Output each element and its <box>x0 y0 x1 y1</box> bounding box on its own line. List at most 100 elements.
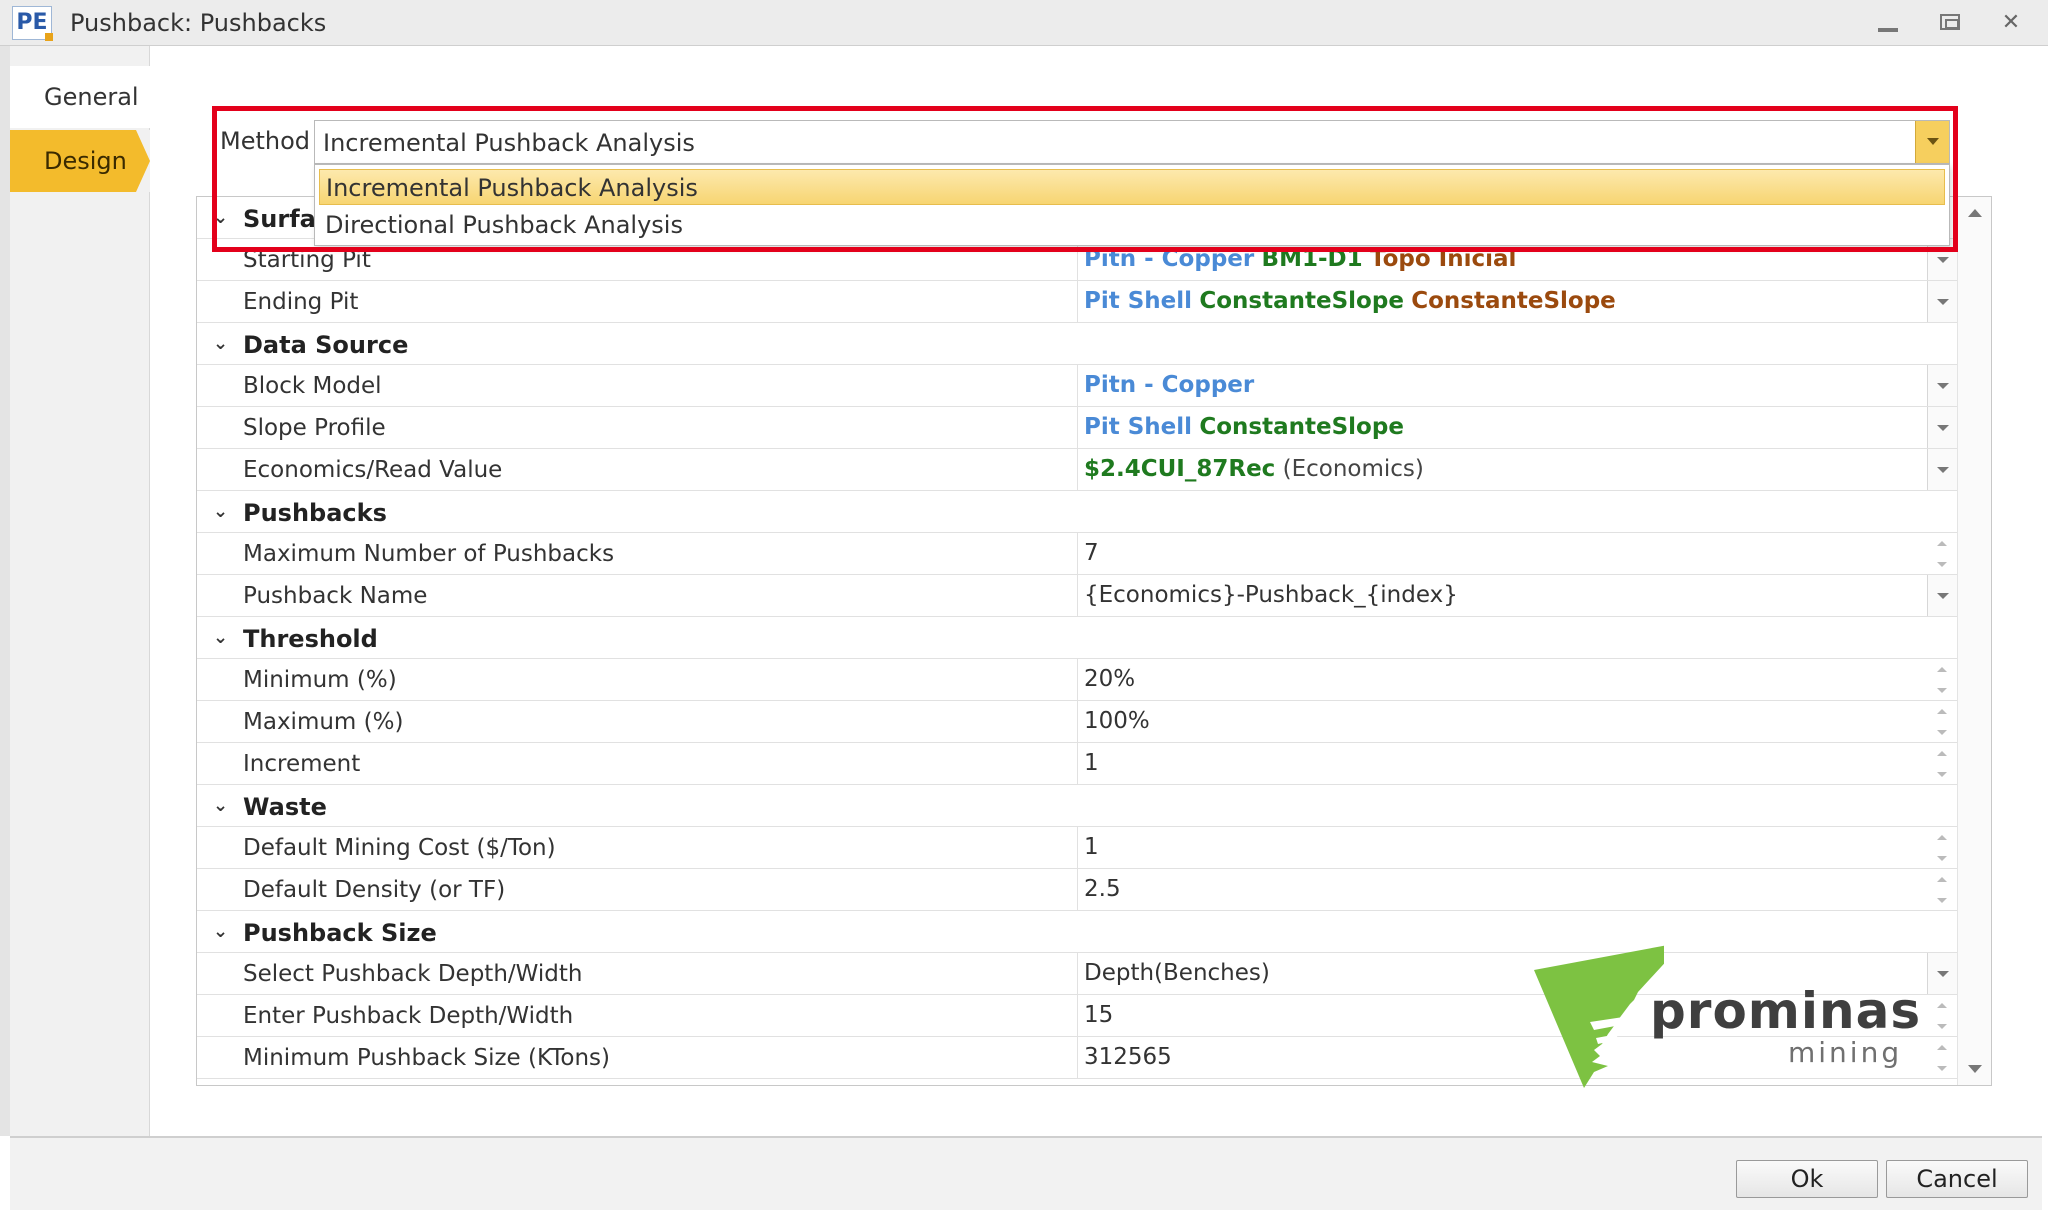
prop-row-increment: Increment 1 <box>197 743 1957 785</box>
category-title: Waste <box>243 793 327 821</box>
method-dropdown-button[interactable] <box>1915 121 1949 163</box>
minimize-button[interactable] <box>1870 8 1904 38</box>
value-text: 1 <box>1084 750 1099 776</box>
spinner-icon[interactable] <box>1933 705 1953 739</box>
category-threshold[interactable]: ⌄ Threshold <box>197 617 1957 659</box>
grid-scrollbar[interactable] <box>1957 197 1991 1085</box>
cell-dropdown-button[interactable] <box>1927 407 1957 448</box>
value-part: Pit Shell <box>1084 414 1193 440</box>
spinner-icon[interactable] <box>1933 747 1953 781</box>
prop-name: Enter Pushback Depth/Width <box>243 1003 574 1029</box>
prop-value-block-model[interactable]: Pitn - Copper <box>1077 365 1957 406</box>
prop-row-mining-cost: Default Mining Cost ($/Ton) 1 <box>197 827 1957 869</box>
chevron-down-icon: ⌄ <box>213 921 229 942</box>
value-part: Topo Inicial <box>1369 246 1517 272</box>
prop-row-pushback-name: Pushback Name {Economics}-Pushback_{inde… <box>197 575 1957 617</box>
spinner-icon[interactable] <box>1933 999 1953 1033</box>
cell-dropdown-button[interactable] <box>1927 281 1957 322</box>
prop-value-max-pushbacks[interactable]: 7 <box>1077 533 1957 574</box>
category-title: Pushbacks <box>243 499 387 527</box>
chevron-down-icon: ⌄ <box>213 795 229 816</box>
value-part: ConstanteSlope <box>1199 414 1404 440</box>
prop-name: Ending Pit <box>243 289 359 315</box>
spinner-icon[interactable] <box>1933 1041 1953 1075</box>
prop-name: Increment <box>243 751 361 777</box>
prop-name: Select Pushback Depth/Width <box>243 961 583 987</box>
dialog-footer: Ok Cancel <box>10 1136 2042 1210</box>
minimize-icon <box>1878 28 1898 32</box>
cell-dropdown-button[interactable] <box>1927 449 1957 490</box>
scroll-down-icon[interactable] <box>1968 1065 1982 1073</box>
prop-row-block-model: Block Model Pitn - Copper <box>197 365 1957 407</box>
prominas-subtitle: mining <box>1788 1036 1903 1069</box>
method-option-incremental[interactable]: Incremental Pushback Analysis <box>319 169 1945 205</box>
prop-name: Minimum (%) <box>243 667 397 693</box>
close-icon: ✕ <box>2001 10 2021 35</box>
maximize-button[interactable] <box>1932 8 1966 38</box>
prop-name: Starting Pit <box>243 247 371 273</box>
prominas-logo-icon <box>1534 942 1684 1088</box>
category-title: Data Source <box>243 331 409 359</box>
spinner-icon[interactable] <box>1933 663 1953 697</box>
prop-name: Default Density (or TF) <box>243 877 506 903</box>
left-nav: General Design <box>10 46 150 1136</box>
value-part: BM1-D1 <box>1261 246 1363 272</box>
cell-dropdown-button[interactable] <box>1927 953 1957 994</box>
value-text: 1 <box>1084 834 1099 860</box>
prominas-wordmark: prominas <box>1650 982 1922 1040</box>
value-text: 15 <box>1084 1002 1114 1028</box>
ok-button[interactable]: Ok <box>1736 1160 1878 1198</box>
prop-name: Minimum Pushback Size (KTons) <box>243 1045 611 1071</box>
chevron-down-icon: ⌄ <box>213 207 229 228</box>
prop-value-slope-profile[interactable]: Pit Shell ConstanteSlope <box>1077 407 1957 448</box>
prop-name: Pushback Name <box>243 583 428 609</box>
prop-value-economics[interactable]: $2.4CUI_87Rec (Economics) <box>1077 449 1957 490</box>
category-pushbacks[interactable]: ⌄ Pushbacks <box>197 491 1957 533</box>
prop-value-density[interactable]: 2.5 <box>1077 869 1957 910</box>
nav-item-design[interactable]: Design <box>10 130 150 192</box>
category-waste[interactable]: ⌄ Waste <box>197 785 1957 827</box>
category-title: Pushback Size <box>243 919 437 947</box>
spinner-icon[interactable] <box>1933 831 1953 865</box>
spinner-icon[interactable] <box>1933 873 1953 907</box>
cell-dropdown-button[interactable] <box>1927 575 1957 616</box>
method-label: Method <box>220 127 311 155</box>
value-text: {Economics}-Pushback_{index} <box>1084 582 1458 608</box>
prominas-logo: prominas mining <box>1534 938 1920 1088</box>
prop-name: Maximum (%) <box>243 709 404 735</box>
prop-value-minimum[interactable]: 20% <box>1077 659 1957 700</box>
prop-value-mining-cost[interactable]: 1 <box>1077 827 1957 868</box>
prop-value-maximum[interactable]: 100% <box>1077 701 1957 742</box>
method-option-directional[interactable]: Directional Pushback Analysis <box>319 207 1945 243</box>
prop-row-maximum: Maximum (%) 100% <box>197 701 1957 743</box>
nav-item-general[interactable]: General <box>10 66 150 128</box>
restore-icon <box>1940 14 1960 30</box>
spinner-icon[interactable] <box>1933 537 1953 571</box>
value-part: (Economics) <box>1282 456 1424 482</box>
title-bar: PE Pushback: Pushbacks ✕ <box>0 0 2048 46</box>
prop-name: Slope Profile <box>243 415 386 441</box>
prop-value-increment[interactable]: 1 <box>1077 743 1957 784</box>
prop-row-minimum: Minimum (%) 20% <box>197 659 1957 701</box>
value-part: Pitn - Copper <box>1084 246 1255 272</box>
close-button[interactable]: ✕ <box>1994 8 2028 38</box>
prop-name: Default Mining Cost ($/Ton) <box>243 835 556 861</box>
prop-value-pushback-name[interactable]: {Economics}-Pushback_{index} <box>1077 575 1957 616</box>
chevron-down-icon: ⌄ <box>213 501 229 522</box>
scroll-up-icon[interactable] <box>1968 209 1982 217</box>
category-title: Threshold <box>243 625 378 653</box>
value-text: 7 <box>1084 540 1099 566</box>
value-text: 312565 <box>1084 1044 1172 1070</box>
prop-value-ending-pit[interactable]: Pit Shell ConstanteSlope ConstanteSlope <box>1077 281 1957 322</box>
value-text: 20% <box>1084 666 1136 692</box>
cancel-button[interactable]: Cancel <box>1886 1160 2028 1198</box>
chevron-down-icon <box>1927 138 1939 145</box>
prop-row-slope-profile: Slope Profile Pit Shell ConstanteSlope <box>197 407 1957 449</box>
cell-dropdown-button[interactable] <box>1927 365 1957 406</box>
method-select[interactable]: Incremental Pushback Analysis <box>314 120 1950 164</box>
window-title: Pushback: Pushbacks <box>70 9 327 37</box>
category-data-source[interactable]: ⌄ Data Source <box>197 323 1957 365</box>
prop-row-max-pushbacks: Maximum Number of Pushbacks 7 <box>197 533 1957 575</box>
app-logo-icon: PE <box>12 6 53 41</box>
value-part: $2.4CUI_87Rec <box>1084 456 1276 482</box>
